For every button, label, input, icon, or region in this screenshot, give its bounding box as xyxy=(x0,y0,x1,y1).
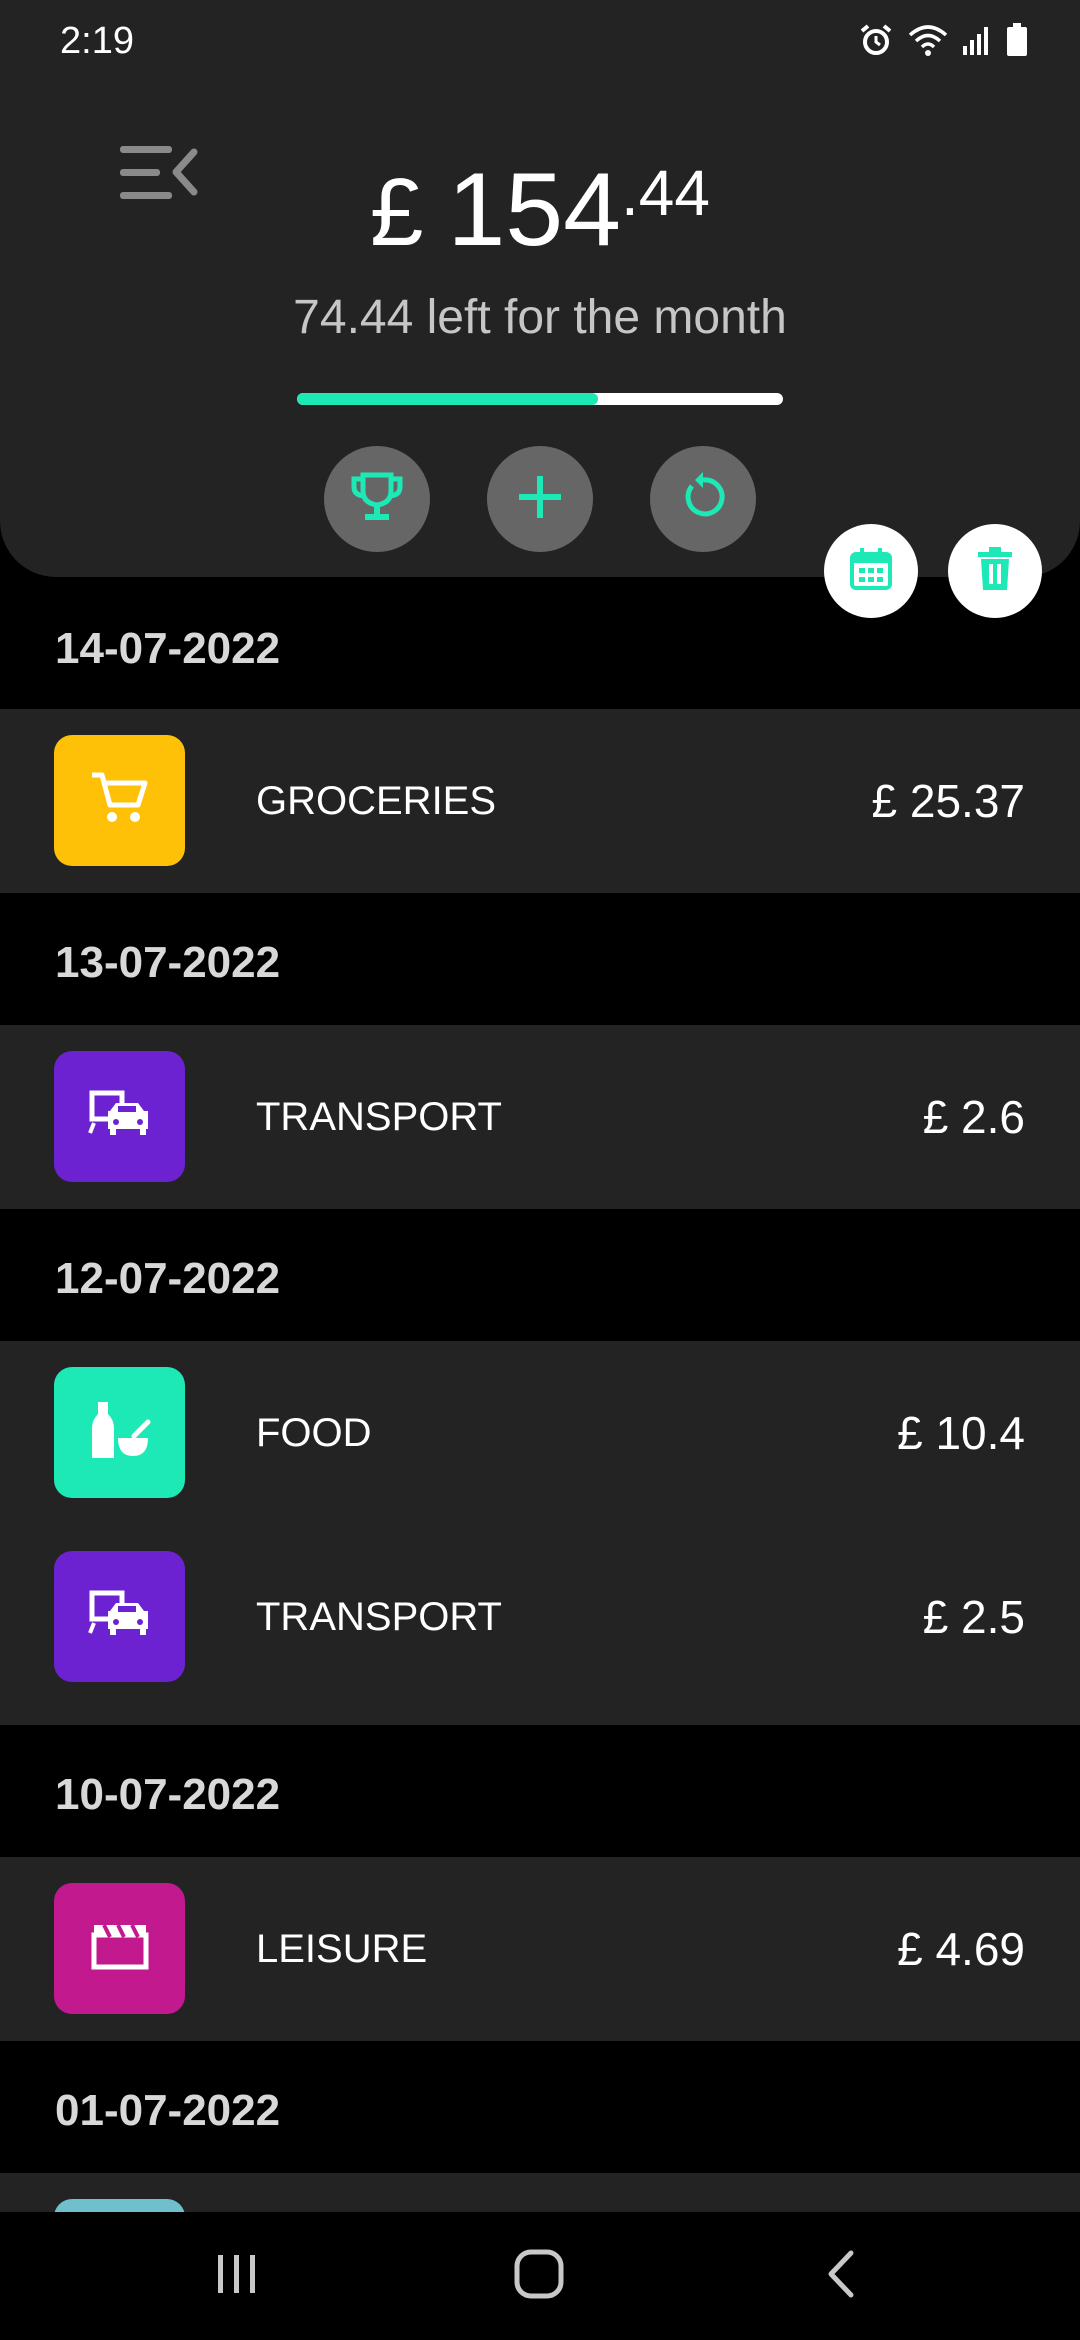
trophy-button[interactable] xyxy=(324,446,430,552)
entry-category: TRANSPORT xyxy=(256,1095,502,1139)
add-button[interactable] xyxy=(487,446,593,552)
entry-category: GROCERIES xyxy=(256,779,497,823)
wifi-icon xyxy=(908,23,948,57)
list-item[interactable]: FOOD £ 10.4 xyxy=(0,1341,1080,1525)
status-icons xyxy=(858,22,1028,58)
entry-category: FOOD xyxy=(256,1411,372,1455)
back-icon xyxy=(821,2247,861,2306)
budget-progress-fill xyxy=(297,393,599,405)
transaction-list[interactable]: 14-07-2022 GROCERIES £ 25.37 13-07-2022 xyxy=(0,577,1080,2212)
recent-apps-icon xyxy=(212,2251,262,2302)
entry-amount: £ 25.37 xyxy=(871,775,1025,827)
category-tile xyxy=(54,735,185,866)
budget-progress-bar xyxy=(297,393,783,405)
transport-icon xyxy=(87,1089,152,1144)
clapperboard-icon xyxy=(90,1921,150,1976)
entry-category: LEISURE xyxy=(256,1927,428,1971)
entry-amount: £ 2.6 xyxy=(922,1091,1025,1143)
date-header: 14-07-2022 xyxy=(0,577,1080,709)
category-tile xyxy=(54,1883,185,2014)
date-header: 01-07-2022 xyxy=(0,2041,1080,2173)
home-icon xyxy=(512,2247,566,2306)
remaining-text: 74.44 left for the month xyxy=(293,291,787,344)
delete-button[interactable] xyxy=(948,524,1042,618)
balance-decimal: .44 xyxy=(620,157,710,229)
list-item[interactable]: LEISURE £ 4.69 xyxy=(0,1857,1080,2041)
food-icon xyxy=(88,1400,152,1465)
date-header: 10-07-2022 xyxy=(0,1725,1080,1857)
home-button[interactable] xyxy=(494,2234,584,2318)
alarm-icon xyxy=(858,22,894,58)
entry-category: TRANSPORT xyxy=(256,1595,502,1639)
balance-amount: £154.44 xyxy=(0,158,1080,262)
list-item[interactable]: GROCERIES £ 25.37 xyxy=(0,709,1080,893)
date-header: 12-07-2022 xyxy=(0,1209,1080,1341)
refresh-icon xyxy=(676,470,730,529)
entry-amount: £ 4.69 xyxy=(897,1923,1025,1975)
back-button[interactable] xyxy=(796,2234,886,2318)
reset-button[interactable] xyxy=(650,446,756,552)
transport-icon xyxy=(87,1589,152,1644)
trophy-icon xyxy=(349,469,405,530)
category-tile xyxy=(54,1051,185,1182)
entry-amount: £ 2.5 xyxy=(922,1591,1025,1643)
recent-apps-button[interactable] xyxy=(192,2234,282,2318)
calendar-icon xyxy=(848,546,894,597)
list-item[interactable]: TRANSPORT £ 2.5 xyxy=(0,1525,1080,1725)
signal-icon xyxy=(962,24,992,56)
balance-whole: 154 xyxy=(447,152,621,268)
status-time: 2:19 xyxy=(60,20,134,62)
category-tile xyxy=(54,1367,185,1498)
plus-icon xyxy=(515,472,565,527)
list-item[interactable] xyxy=(0,2173,1080,2212)
summary-card: £154.44 74.44 left for the month xyxy=(0,0,1080,577)
trash-icon xyxy=(974,546,1016,597)
calendar-button[interactable] xyxy=(824,524,918,618)
balance-currency: £ xyxy=(370,159,424,266)
category-tile xyxy=(54,2199,185,2212)
date-header: 13-07-2022 xyxy=(0,893,1080,1025)
entry-amount: £ 10.4 xyxy=(897,1407,1025,1459)
system-nav-bar xyxy=(0,2212,1080,2340)
list-item[interactable]: TRANSPORT £ 2.6 xyxy=(0,1025,1080,1209)
category-tile xyxy=(54,1551,185,1682)
cart-icon xyxy=(90,769,150,832)
status-bar: 2:19 xyxy=(0,0,1080,84)
battery-icon xyxy=(1006,23,1028,57)
